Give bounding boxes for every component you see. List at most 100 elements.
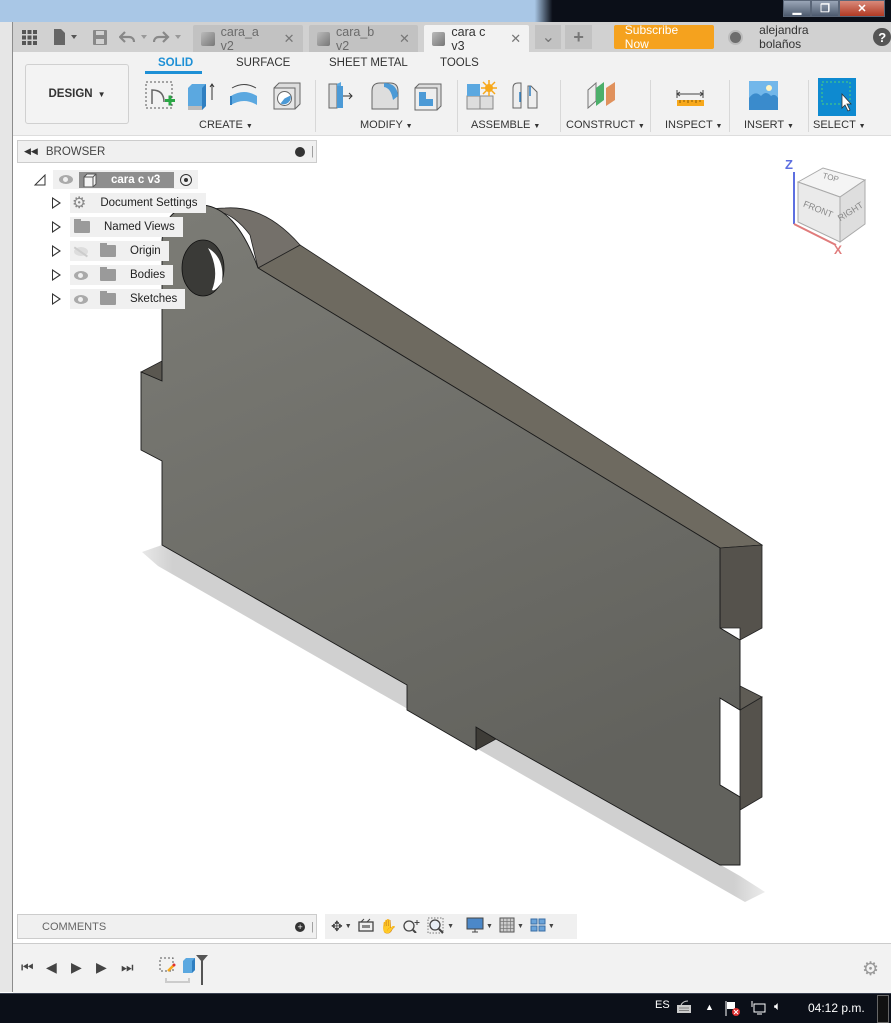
hole-icon[interactable] [271, 80, 303, 112]
grid-settings-icon[interactable] [499, 917, 515, 936]
ribbon-tab-tools[interactable]: TOOLS [440, 57, 479, 69]
expand-arrow-icon[interactable] [52, 269, 61, 281]
help-icon[interactable]: ? [873, 28, 891, 46]
visibility-hidden-icon[interactable] [74, 246, 88, 257]
add-comment-icon[interactable]: + [295, 921, 306, 932]
joint-icon[interactable] [509, 80, 541, 112]
close-tab-icon[interactable]: ✕ [284, 31, 295, 47]
visibility-eye-icon[interactable] [74, 270, 88, 280]
step-forward-icon[interactable]: ▶ [96, 959, 107, 976]
display-settings-icon[interactable] [466, 917, 484, 936]
panel-resize-handle[interactable]: | [311, 146, 314, 158]
step-back-icon[interactable]: ◀ [46, 959, 57, 976]
insert-image-icon[interactable] [748, 80, 780, 112]
activate-radio-icon[interactable] [180, 173, 193, 186]
browser-item-sketches[interactable]: Sketches [52, 289, 186, 309]
revolve-icon[interactable] [228, 80, 260, 112]
shell-icon[interactable] [412, 80, 444, 112]
volume-icon[interactable]: 🔈︎ [774, 999, 781, 1014]
expand-arrow-icon[interactable] [52, 221, 61, 233]
user-account-menu[interactable]: alejandra bolaños [759, 23, 851, 51]
dropdown-arrow-icon: ▼ [97, 89, 106, 99]
expand-toggle-icon[interactable] [33, 173, 47, 186]
show-desktop-button[interactable] [877, 995, 889, 1023]
pan-hand-icon[interactable]: ✋ [380, 918, 397, 935]
keyboard-icon[interactable] [676, 1000, 692, 1014]
folder-icon [100, 291, 116, 305]
ribbon-tab-solid[interactable]: SOLID [158, 57, 193, 69]
close-tab-icon[interactable]: ✕ [510, 31, 521, 47]
zoom-window-icon[interactable] [427, 917, 445, 937]
create-sketch-icon[interactable] [144, 80, 176, 112]
create-menu[interactable]: CREATE ▼ [199, 119, 253, 131]
visibility-eye-icon[interactable] [74, 294, 88, 304]
browser-item-document-settings[interactable]: ⚙ Document Settings [52, 193, 206, 213]
measure-icon[interactable] [674, 80, 706, 112]
save-button[interactable] [88, 24, 113, 50]
timeline-marker[interactable] [195, 954, 209, 986]
collapse-browser-icon[interactable]: ◀◀ [24, 146, 38, 157]
inspect-menu[interactable]: INSPECT ▼ [665, 119, 722, 131]
minimize-panel-icon[interactable] [295, 146, 305, 157]
expand-arrow-icon[interactable] [52, 293, 61, 305]
orbit-icon[interactable]: ✥ [331, 918, 343, 935]
orbit-dropdown-icon[interactable]: ▼ [345, 923, 352, 930]
fillet-icon[interactable] [369, 80, 401, 112]
offset-plane-icon[interactable] [586, 80, 618, 112]
tab-cara-b[interactable]: cara_b v2 ✕ [308, 25, 418, 53]
panel-resize-handle[interactable]: | [311, 921, 314, 933]
modify-menu[interactable]: MODIFY ▼ [360, 119, 413, 131]
timeline-settings-gear-icon[interactable]: ⚙ [862, 958, 879, 981]
tab-overflow-button[interactable]: ⌄ [535, 25, 562, 49]
undo-button[interactable] [119, 24, 152, 50]
select-icon[interactable] [818, 78, 856, 116]
viewports-icon[interactable] [530, 918, 546, 935]
construct-menu[interactable]: CONSTRUCT ▼ [566, 119, 645, 131]
action-center-flag-icon[interactable] [724, 1000, 741, 1017]
expand-arrow-icon[interactable] [52, 245, 61, 257]
browser-item-named-views[interactable]: Named Views [52, 217, 183, 237]
go-to-start-icon[interactable]: ⏮ [21, 959, 34, 976]
assemble-menu[interactable]: ASSEMBLE ▼ [471, 119, 540, 131]
job-status-clock-icon[interactable] [728, 29, 744, 45]
minimize-button[interactable]: ▁ [783, 0, 811, 17]
separator [808, 80, 809, 132]
expand-arrow-icon[interactable] [52, 197, 61, 209]
display-dropdown-icon[interactable]: ▼ [486, 923, 493, 930]
show-hidden-icons-arrow[interactable]: ▲ [705, 1002, 714, 1012]
viewports-dropdown-icon[interactable]: ▼ [548, 923, 555, 930]
zoom-dropdown-icon[interactable]: ▼ [447, 923, 454, 930]
tab-cara-a[interactable]: cara_a v2 ✕ [193, 25, 303, 53]
network-icon[interactable] [750, 1000, 766, 1016]
new-component-icon[interactable] [466, 80, 498, 112]
viewcube[interactable]: TOP FRONT RIGHT Z X [780, 152, 880, 257]
extrude-icon[interactable] [185, 80, 217, 112]
timeline-sketch-feature[interactable] [158, 956, 178, 976]
look-at-icon[interactable] [358, 918, 374, 935]
restore-button[interactable]: ❐ [811, 0, 839, 17]
subscribe-now-button[interactable]: Subscribe Now [613, 23, 715, 51]
select-menu[interactable]: SELECT ▼ [813, 119, 866, 131]
browser-item-bodies[interactable]: Bodies [52, 265, 174, 285]
insert-menu[interactable]: INSERT ▼ [744, 119, 794, 131]
browser-item-origin[interactable]: Origin [52, 241, 169, 261]
go-to-end-icon[interactable]: ⏭ [121, 959, 134, 976]
press-pull-icon[interactable] [326, 80, 358, 112]
system-clock[interactable]: 04:12 p.m. [808, 1001, 865, 1015]
tab-cara-c[interactable]: cara c v3 ✕ [423, 25, 530, 53]
input-language-indicator[interactable]: ES [655, 999, 670, 1011]
close-tab-icon[interactable]: ✕ [399, 31, 410, 47]
new-tab-button[interactable]: + [565, 25, 592, 49]
apps-grid-icon[interactable] [17, 24, 42, 50]
file-menu-button[interactable] [50, 24, 81, 50]
ribbon-tab-surface[interactable]: SURFACE [236, 57, 290, 69]
play-icon[interactable]: ▶ [71, 959, 82, 976]
zoom-icon[interactable] [403, 918, 421, 936]
grid-dropdown-icon[interactable]: ▼ [517, 923, 524, 930]
ribbon-tab-sheet-metal[interactable]: SHEET METAL [329, 57, 408, 69]
redo-button[interactable] [152, 24, 185, 50]
workspace-switcher[interactable]: DESIGN ▼ [25, 64, 129, 124]
close-window-button[interactable]: ✕ [839, 0, 885, 17]
browser-root-node[interactable]: cara c v3 [33, 170, 199, 189]
visibility-eye-icon[interactable] [59, 175, 73, 184]
